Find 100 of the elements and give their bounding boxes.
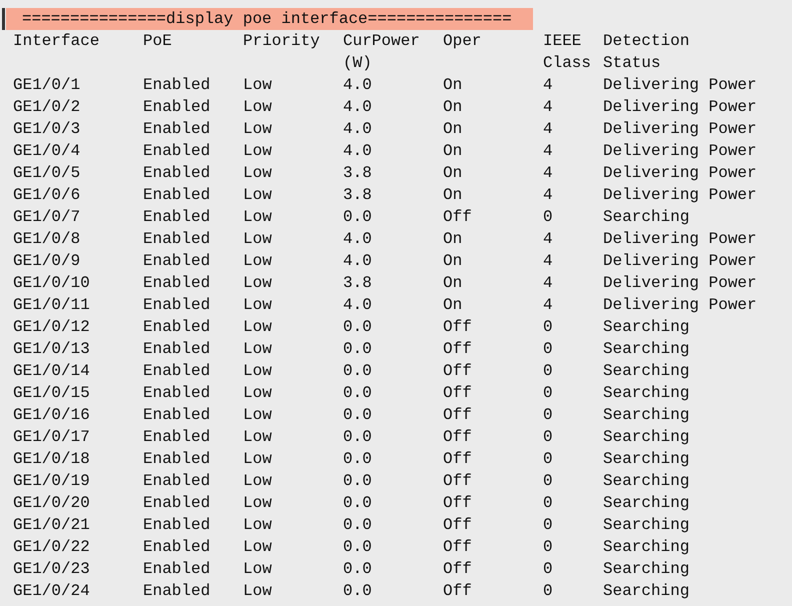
table-cell: Enabled bbox=[143, 186, 210, 204]
table-cell: Enabled bbox=[143, 582, 210, 600]
table-cell: 0.0 bbox=[343, 472, 372, 490]
table-cell: Enabled bbox=[143, 98, 210, 116]
table-cell: Delivering Power bbox=[603, 186, 757, 204]
table-cell: Searching bbox=[603, 384, 690, 402]
table-cell: Searching bbox=[603, 494, 690, 512]
table-cell: 0.0 bbox=[343, 538, 372, 556]
table-cell: Searching bbox=[603, 450, 690, 468]
table-cell: 0 bbox=[543, 362, 553, 380]
table-cell: 0 bbox=[543, 318, 553, 336]
table-cell: 0 bbox=[543, 494, 553, 512]
table-cell: Enabled bbox=[143, 472, 210, 490]
table-cell: Low bbox=[243, 142, 272, 160]
table-cell: GE1/0/13 bbox=[13, 340, 90, 358]
table-cell: GE1/0/16 bbox=[13, 406, 90, 424]
table-cell: Enabled bbox=[143, 538, 210, 556]
table-cell: Searching bbox=[603, 406, 690, 424]
table-cell: Off bbox=[443, 428, 472, 446]
table-cell: GE1/0/8 bbox=[13, 230, 80, 248]
table-cell: Low bbox=[243, 406, 272, 424]
table-cell: Off bbox=[443, 472, 472, 490]
table-cell: Off bbox=[443, 560, 472, 578]
table-cell: GE1/0/24 bbox=[13, 582, 90, 600]
table-cell: Delivering Power bbox=[603, 142, 757, 160]
table-cell: Low bbox=[243, 450, 272, 468]
table-cell: 3.8 bbox=[343, 164, 372, 182]
table-cell: Low bbox=[243, 120, 272, 138]
table-cell: 0 bbox=[543, 560, 553, 578]
table-cell: Enabled bbox=[143, 560, 210, 578]
table-cell: Delivering Power bbox=[603, 76, 757, 94]
table-cell: Delivering Power bbox=[603, 164, 757, 182]
table-cell: Low bbox=[243, 230, 272, 248]
table-cell: 0 bbox=[543, 538, 553, 556]
table-cell: GE1/0/19 bbox=[13, 472, 90, 490]
table-cell: GE1/0/22 bbox=[13, 538, 90, 556]
table-cell: Low bbox=[243, 208, 272, 226]
table-cell: Delivering Power bbox=[603, 296, 757, 314]
table-cell: Enabled bbox=[143, 516, 210, 534]
table-cell: 0.0 bbox=[343, 406, 372, 424]
table-cell: Low bbox=[243, 318, 272, 336]
table-cell: 4.0 bbox=[343, 230, 372, 248]
table-cell: Searching bbox=[603, 472, 690, 490]
table-cell: Enabled bbox=[143, 428, 210, 446]
table-cell: 4.0 bbox=[343, 296, 372, 314]
table-cell: 4 bbox=[543, 230, 553, 248]
table-cell: 4 bbox=[543, 76, 553, 94]
table-cell: Searching bbox=[603, 516, 690, 534]
table-cell: Searching bbox=[603, 318, 690, 336]
column-header: Priority bbox=[243, 31, 321, 52]
table-cell: 0.0 bbox=[343, 494, 372, 512]
table-cell: Searching bbox=[603, 340, 690, 358]
table-cell: 0.0 bbox=[343, 340, 372, 358]
table-cell: 4 bbox=[543, 296, 553, 314]
table-cell: On bbox=[443, 186, 462, 204]
table-cell: Enabled bbox=[143, 296, 210, 314]
table-cell: Off bbox=[443, 208, 472, 226]
table-cell: On bbox=[443, 76, 462, 94]
table-cell: Low bbox=[243, 472, 272, 490]
table-cell: 4 bbox=[543, 98, 553, 116]
table-cell: 4 bbox=[543, 142, 553, 160]
table-cell: Off bbox=[443, 406, 472, 424]
table-cell: Enabled bbox=[143, 362, 210, 380]
table-cell: Searching bbox=[603, 560, 690, 578]
table-cell: Low bbox=[243, 560, 272, 578]
table-cell: Off bbox=[443, 582, 472, 600]
table-cell: Delivering Power bbox=[603, 274, 757, 292]
table-cell: Enabled bbox=[143, 450, 210, 468]
table-cell: 0.0 bbox=[343, 384, 372, 402]
table-cell: Low bbox=[243, 164, 272, 182]
column-header: Oper bbox=[443, 31, 482, 52]
table-cell: 0 bbox=[543, 406, 553, 424]
table-cell: On bbox=[443, 230, 462, 248]
table-cell: 0.0 bbox=[343, 450, 372, 468]
table-cell: On bbox=[443, 142, 462, 160]
table-cell: 3.8 bbox=[343, 186, 372, 204]
table-cell: Low bbox=[243, 384, 272, 402]
table-cell: Off bbox=[443, 384, 472, 402]
table-cell: Enabled bbox=[143, 76, 210, 94]
table-cell: Delivering Power bbox=[603, 230, 757, 248]
table-cell: 0 bbox=[543, 582, 553, 600]
table-cell: 4.0 bbox=[343, 142, 372, 160]
table-cell: 0.0 bbox=[343, 516, 372, 534]
table-cell: Low bbox=[243, 582, 272, 600]
column-header: Detection Status bbox=[603, 31, 690, 74]
table-cell: GE1/0/15 bbox=[13, 384, 90, 402]
table-cell: GE1/0/3 bbox=[13, 120, 80, 138]
table-cell: On bbox=[443, 120, 462, 138]
table-cell: Enabled bbox=[143, 208, 210, 226]
table-cell: Low bbox=[243, 252, 272, 270]
table-cell: Off bbox=[443, 362, 472, 380]
table-cell: Low bbox=[243, 186, 272, 204]
table-cell: Enabled bbox=[143, 252, 210, 270]
table-cell: GE1/0/21 bbox=[13, 516, 90, 534]
table-cell: 0.0 bbox=[343, 362, 372, 380]
table-cell: Searching bbox=[603, 208, 690, 226]
table-cell: 0 bbox=[543, 384, 553, 402]
column-header: PoE bbox=[143, 31, 173, 52]
table-cell: GE1/0/14 bbox=[13, 362, 90, 380]
table-cell: 4 bbox=[543, 164, 553, 182]
